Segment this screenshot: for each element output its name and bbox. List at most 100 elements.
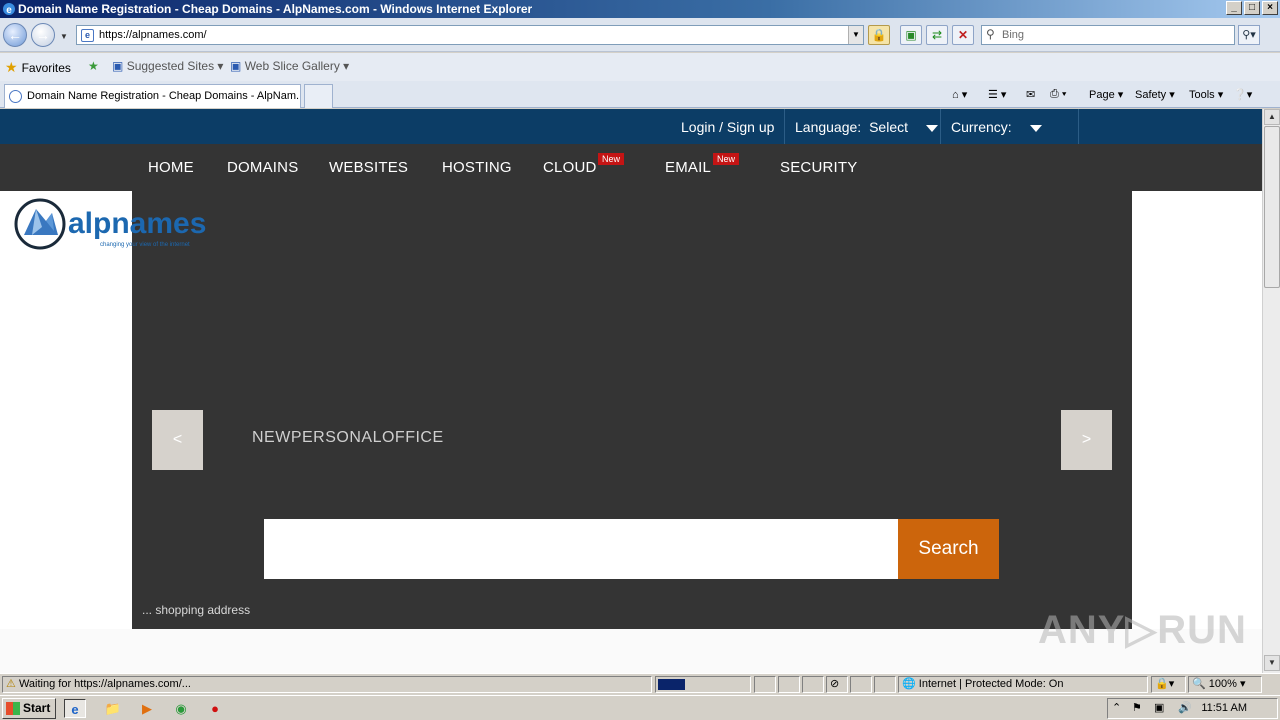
security-zone[interactable]: 🌐 Internet | Protected Mode: On [898,676,1148,693]
popup-blocker-icon[interactable]: ⊘ [826,676,848,693]
language-caret-icon [925,124,938,132]
domain-search-input[interactable] [264,519,898,579]
ie-icon: e [3,3,15,16]
address-toolbar: ← → ▼ e https://alpnames.com/ ▼ 🔒 ▣ ⇄ ✕ … [0,18,1280,52]
currency-label: Currency: [951,119,1012,135]
protected-mode-icon[interactable]: 🔒▾ [1151,676,1186,693]
status-bar: ⚠ Waiting for https://alpnames.com/... ⊘… [0,673,1280,694]
web-slice-gallery-link[interactable]: ▣ Web Slice Gallery ▾ [230,59,349,73]
nav-cloud[interactable]: CLOUD [543,159,597,176]
status-text: Waiting for https://alpnames.com/... [18,678,191,690]
refresh-icon[interactable]: ⇄ [926,25,948,45]
warning-icon: ⚠ [6,678,16,690]
volume-icon[interactable]: 🔊 [1178,701,1192,714]
page-icon: e [81,29,94,42]
home-icon[interactable]: ⌂ ▾ [952,88,967,101]
mail-icon[interactable]: ✉ [1026,88,1035,101]
loading-icon [9,90,22,103]
site-topbar: Login / Sign up Language: Select Currenc… [0,109,1262,144]
start-button[interactable]: Start [2,698,56,719]
logo-brand: alpnames [68,207,206,240]
slider-prev-button[interactable]: < [152,410,203,470]
ticker-text: ... shopping address [142,603,251,617]
lock-icon[interactable]: 🔒 [868,25,890,45]
action-center-flag-icon[interactable]: ⚑ [1132,701,1142,714]
clock[interactable]: 11:51 AM [1201,702,1247,714]
tab-alpnames[interactable]: Domain Name Registration - Cheap Domains… [4,84,301,108]
login-signup-link[interactable]: Login / Sign up [681,119,774,135]
nav-security[interactable]: SECURITY [780,159,857,176]
favorites-button[interactable]: ★ Favorites [5,59,71,76]
scroll-thumb[interactable] [1264,126,1280,288]
search-box[interactable]: ⚲ Bing [981,25,1235,45]
safety-menu[interactable]: Safety ▾ [1135,88,1175,101]
bing-search-icon: ⚲ [986,27,995,41]
svg-text:e: e [6,5,12,16]
stop-icon[interactable]: ✕ [952,25,974,45]
new-tab-button[interactable] [304,84,333,108]
suggested-sites-label: Suggested Sites [126,59,215,73]
forward-button[interactable]: → [31,23,55,47]
add-favorites-icon[interactable]: ★ [88,59,99,73]
status-slot [850,676,872,693]
email-new-badge: New [713,153,740,165]
zoom-level: 100% [1208,678,1237,690]
taskbar-ie-icon[interactable]: e [64,699,86,718]
network-icon[interactable]: ▣ [1154,701,1164,714]
language-label: Language: [795,119,862,135]
status-slot [754,676,776,693]
language-selector[interactable]: Language: Select [795,119,938,135]
scroll-down-icon[interactable]: ▼ [1264,655,1280,671]
minimize-button[interactable]: _ [1226,1,1242,15]
back-button[interactable]: ← [3,23,27,47]
address-dropdown-icon[interactable]: ▼ [848,26,863,44]
logo-tagline: changing your view of the internet [100,242,190,248]
currency-selector[interactable]: Currency: [951,119,1042,135]
page-viewport: Login / Sign up Language: Select Currenc… [0,109,1262,673]
close-button[interactable]: × [1262,1,1278,15]
maximize-button[interactable]: □ [1244,1,1260,15]
compatibility-view-icon[interactable]: ▣ [900,25,922,45]
taskbar: Start e 📁 ▶ ◉ ● ⌃ ⚑ ▣ 🔊 11:51 AM [0,695,1280,720]
search-go-icon[interactable]: ⚲▾ [1238,25,1260,45]
tray-expand-icon[interactable]: ⌃ [1112,701,1121,714]
address-bar[interactable]: e https://alpnames.com/ ▼ [76,25,864,45]
taskbar-chrome-icon[interactable]: ◉ [170,699,192,718]
window-title-bar: e Domain Name Registration - Cheap Domai… [0,0,1280,18]
print-icon[interactable]: ⎙ ▾ [1050,88,1066,101]
alpnames-logo[interactable]: alpnames changing your view of the inter… [14,197,224,253]
slide-headline: NEWPERSONALOFFICE [252,429,444,446]
nav-websites[interactable]: WEBSITES [329,159,408,176]
zoom-icon: 🔍 [1192,678,1206,690]
language-value: Select [869,119,908,135]
suggested-sites-link[interactable]: ▣ Suggested Sites ▾ [112,59,223,73]
slider-next-button[interactable]: > [1061,410,1112,470]
vertical-scrollbar[interactable]: ▲ ▼ [1262,109,1280,673]
ie-page-icon: ▣ [112,59,124,73]
search-button[interactable]: Search [898,519,999,579]
anyrun-watermark: ANY▷RUN [1038,608,1247,652]
currency-caret-icon [1029,124,1042,132]
nav-email[interactable]: EMAIL [665,159,711,176]
nav-home[interactable]: HOME [148,159,194,176]
taskbar-media-player-icon[interactable]: ▶ [136,699,158,718]
url-text[interactable]: https://alpnames.com/ [99,29,207,41]
zoom-control[interactable]: 🔍 100% ▾ [1188,676,1262,693]
feeds-icon[interactable]: ☰ ▾ [988,88,1006,101]
scroll-up-icon[interactable]: ▲ [1264,109,1280,125]
help-icon[interactable]: ❔▾ [1233,88,1252,101]
status-slot [802,676,824,693]
tab-bar: Domain Name Registration - Cheap Domains… [0,81,1280,108]
favorites-star-icon: ★ [5,59,18,75]
recent-pages-dropdown-icon[interactable]: ▼ [60,32,68,41]
page-menu[interactable]: Page ▾ [1089,88,1123,101]
window-title: Domain Name Registration - Cheap Domains… [18,2,533,16]
progress-fill [658,679,685,690]
system-tray: ⌃ ⚑ ▣ 🔊 11:51 AM [1107,698,1278,719]
taskbar-explorer-icon[interactable]: 📁 [102,699,124,718]
cloud-new-badge: New [598,153,625,165]
taskbar-opera-icon[interactable]: ● [204,699,226,718]
nav-domains[interactable]: DOMAINS [227,159,298,176]
nav-hosting[interactable]: HOSTING [442,159,512,176]
tools-menu[interactable]: Tools ▾ [1189,88,1223,101]
